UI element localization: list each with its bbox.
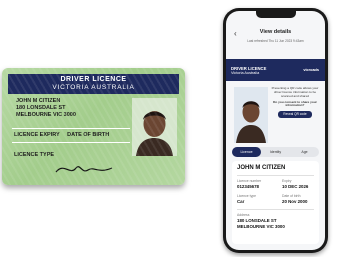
tab-licence[interactable]: Licence: [232, 147, 261, 157]
licence-type-label: Licence type: [237, 194, 257, 198]
card-state: VICTORIA AUSTRALIA: [52, 84, 135, 91]
card-type-label: LICENCE TYPE: [14, 152, 55, 158]
card-divider: [12, 128, 130, 129]
vicroads-logo: vicroads: [303, 68, 319, 72]
card-fields-row: LICENCE EXPIRY DATE OF BIRTH: [14, 132, 115, 138]
card-photo: [132, 98, 177, 156]
card-title: DRIVER LICENCE: [60, 76, 127, 83]
signature: [55, 166, 113, 173]
expiry-value: 10 DEC 2026: [282, 184, 309, 189]
phone-mockup: ‹ View details Last refreshed Thu 11 Jun…: [223, 8, 328, 253]
refresh-timestamp: Last refreshed Thu 11 Jun 2023 9:43am: [247, 39, 304, 43]
divider: [237, 175, 314, 176]
holder-name: JOHN M CITIZEN: [237, 165, 286, 171]
dob-label: Date of birth: [282, 194, 301, 198]
reveal-qr-button[interactable]: Reveal QR code: [278, 111, 312, 119]
licence-number-value: 012345678: [237, 184, 259, 189]
card-expiry-label: LICENCE EXPIRY: [14, 132, 60, 138]
tab-identity[interactable]: Identity: [261, 147, 290, 157]
tab-age[interactable]: Age: [290, 147, 319, 157]
qr-consent-panel: Presenting a QR code allows your driver …: [271, 86, 319, 143]
phone-notch: [255, 11, 296, 18]
address-label: Address: [237, 213, 250, 217]
consent-question: Do you consent to share your information…: [273, 99, 317, 108]
address-line1: 180 LONSDALE ST: [237, 218, 277, 223]
page-title: View details: [259, 29, 292, 35]
licence-card: DRIVER LICENCE VICTORIA AUSTRALIA JOHN M…: [2, 68, 185, 185]
licence-state: Victoria Australia: [231, 71, 260, 75]
card-holder-name: JOHN M CITIZEN: [16, 98, 61, 104]
dob-value: 20 Nov 2000: [282, 199, 308, 204]
card-header-bar: DRIVER LICENCE VICTORIA AUSTRALIA: [8, 74, 179, 94]
qr-prompt-text: Presenting a QR code allows your driver …: [271, 86, 319, 98]
licence-type-value: Car: [237, 199, 245, 204]
expiry-label: Expiry: [282, 179, 292, 183]
card-dob-label: DATE OF BIRTH: [67, 132, 110, 138]
licence-photo: [234, 87, 268, 143]
card-address-line2: MELBOURNE VIC 3000: [16, 112, 76, 118]
card-address-line1: 180 LONSDALE ST: [16, 105, 66, 111]
divider: [237, 209, 314, 210]
phone-screen: ‹ View details Last refreshed Thu 11 Jun…: [226, 11, 325, 250]
licence-number-label: Licence number: [237, 179, 262, 183]
tab-bar: Licence Identity Age: [232, 147, 319, 157]
card-divider: [12, 142, 130, 143]
licence-header-band: DRIVER LICENCE Victoria Australia vicroa…: [226, 59, 325, 81]
address-line2: MELBOURNE VIC 3000: [237, 224, 285, 229]
details-panel: JOHN M CITIZEN Licence number 012345678 …: [232, 161, 319, 244]
